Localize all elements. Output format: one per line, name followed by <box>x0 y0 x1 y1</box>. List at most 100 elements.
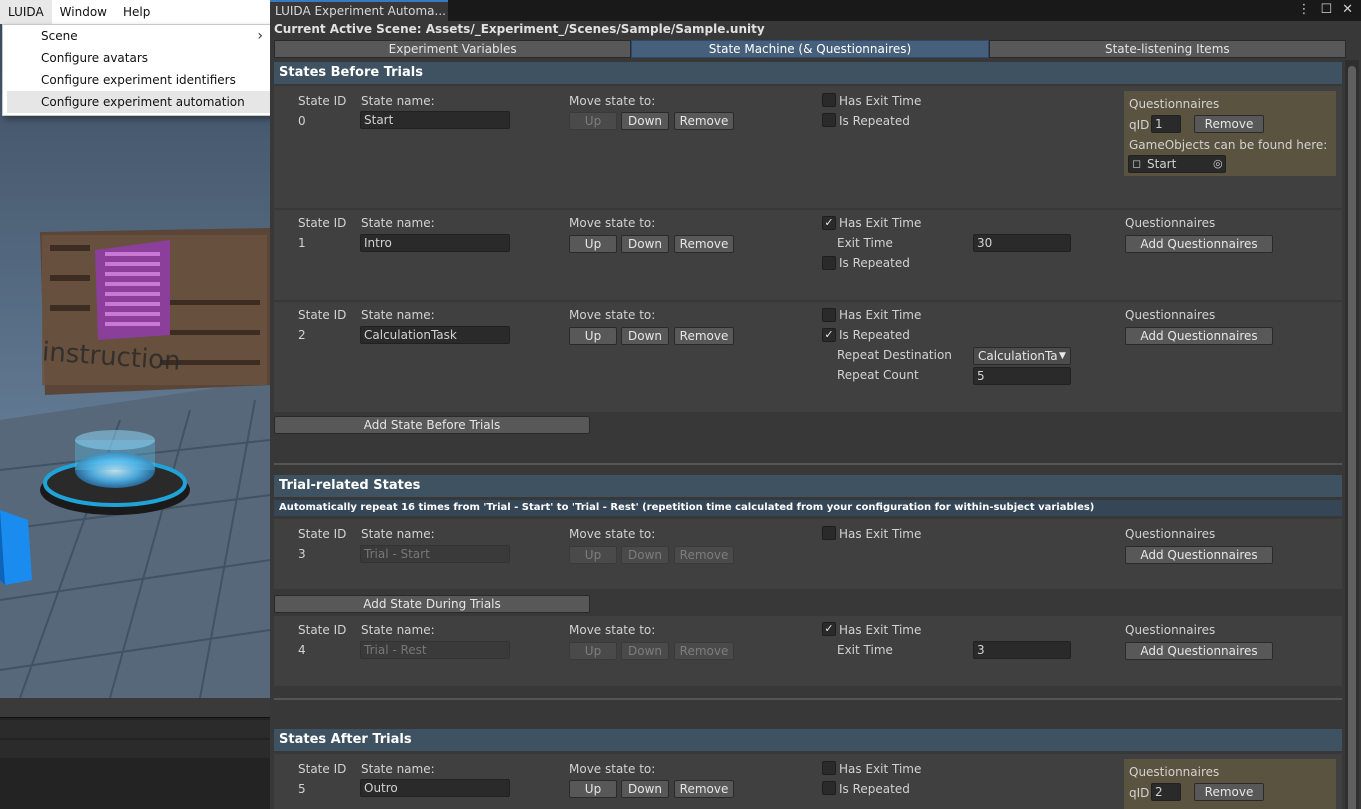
questionnaires-label: Questionnaires <box>1129 97 1220 111</box>
add-state-before-trials-button[interactable]: Add State Before Trials <box>274 416 590 434</box>
window-toolbar: Experiment Variables State Machine (& Qu… <box>274 40 1346 58</box>
has-exit-time-label: Has Exit Time <box>839 216 922 230</box>
qid-input[interactable]: 1 <box>1151 115 1181 133</box>
move-down-button[interactable]: Down <box>621 546 669 564</box>
menu-item-scene[interactable]: Scene › <box>3 25 275 47</box>
qid-input[interactable]: 2 <box>1151 783 1181 801</box>
move-down-button[interactable]: Down <box>621 327 669 345</box>
state-name-label: State name: <box>361 762 435 776</box>
menu-help[interactable]: Help <box>115 0 158 24</box>
section-header-trial-states: Trial-related States <box>274 475 1342 497</box>
scrollbar-thumb[interactable] <box>1348 66 1356 809</box>
move-up-button[interactable]: Up <box>569 235 617 253</box>
gameobjects-found-label: GameObjects can be found here: <box>1129 138 1328 152</box>
add-questionnaires-button[interactable]: Add Questionnaires <box>1125 235 1273 253</box>
state-name-label: State name: <box>361 94 435 108</box>
state-name-label: State name: <box>361 216 435 230</box>
move-up-button[interactable]: Up <box>569 780 617 798</box>
repeat-destination-value: CalculationTa <box>978 349 1058 363</box>
move-up-button[interactable]: Up <box>569 546 617 564</box>
remove-state-button[interactable]: Remove <box>674 780 734 798</box>
remove-state-button[interactable]: Remove <box>674 112 734 130</box>
questionnaire-box: Questionnaires qID 2 Remove <box>1124 759 1336 809</box>
section-header-before-trials: States Before Trials <box>274 62 1342 84</box>
has-exit-time-label: Has Exit Time <box>839 527 922 541</box>
gameobject-name: Start <box>1147 157 1177 171</box>
scene-bottom-row <box>0 740 270 758</box>
state-id-value: 2 <box>298 328 306 342</box>
add-questionnaires-button[interactable]: Add Questionnaires <box>1125 327 1273 345</box>
state-name-input[interactable]: Intro <box>360 234 510 252</box>
scene-bottom-panel <box>0 698 270 809</box>
repeat-count-label: Repeat Count <box>837 368 919 382</box>
move-down-button[interactable]: Down <box>621 112 669 130</box>
questionnaires-label: Questionnaires <box>1125 216 1216 230</box>
is-repeated-label: Is Repeated <box>839 328 910 342</box>
menu-item-configure-automation[interactable]: Configure experiment automation <box>7 91 271 113</box>
remove-state-button[interactable]: Remove <box>674 235 734 253</box>
state-id-value: 1 <box>298 236 306 250</box>
questionnaire-box: Questionnaires qID 1 Remove GameObjects … <box>1124 91 1336 176</box>
state-id-value: 3 <box>298 547 306 561</box>
is-repeated-checkbox[interactable] <box>822 781 836 795</box>
repeat-count-input[interactable]: 5 <box>973 367 1071 385</box>
state-id-label: State ID <box>298 308 347 322</box>
repeat-destination-select[interactable]: CalculationTa ▼ <box>973 347 1071 365</box>
remove-state-button[interactable]: Remove <box>674 642 734 660</box>
gameobject-cube-icon: ◻ <box>1132 157 1142 170</box>
tab-state-listening-items[interactable]: State-listening Items <box>988 40 1346 58</box>
state-row: State ID 1 State name: Intro Move state … <box>274 210 1342 300</box>
questionnaires-label: Questionnaires <box>1125 308 1216 322</box>
close-icon[interactable]: ✕ <box>1342 2 1353 18</box>
has-exit-time-checkbox[interactable] <box>822 93 836 107</box>
remove-questionnaire-button[interactable]: Remove <box>1194 115 1264 133</box>
scene-view[interactable]: instruction <box>0 0 270 809</box>
state-name-input[interactable]: Start <box>360 111 510 129</box>
move-down-button[interactable]: Down <box>621 780 669 798</box>
move-down-button[interactable]: Down <box>621 642 669 660</box>
remove-state-button[interactable]: Remove <box>674 546 734 564</box>
has-exit-time-checkbox[interactable] <box>822 526 836 540</box>
is-repeated-checkbox[interactable] <box>822 256 836 270</box>
state-name-input[interactable]: CalculationTask <box>360 326 510 344</box>
menu-item-configure-avatars[interactable]: Configure avatars <box>3 47 275 69</box>
state-machine-content: States Before Trials State ID 0 State na… <box>270 61 1342 809</box>
move-up-button[interactable]: Up <box>569 642 617 660</box>
remove-questionnaire-button[interactable]: Remove <box>1194 783 1264 801</box>
state-name-input[interactable]: Outro <box>360 779 510 797</box>
window-tab-tools: ⋮ ☐ ✕ <box>1297 2 1353 18</box>
tab-experiment-variables[interactable]: Experiment Variables <box>274 40 632 58</box>
has-exit-time-checkbox[interactable]: ✓ <box>822 216 836 230</box>
questionnaires-label: Questionnaires <box>1129 765 1220 779</box>
scene-render <box>0 0 270 699</box>
more-options-icon[interactable]: ⋮ <box>1297 2 1310 18</box>
section-divider <box>274 463 1342 465</box>
window-tab[interactable]: LUIDA Experiment Automa... <box>270 0 448 21</box>
move-down-button[interactable]: Down <box>621 235 669 253</box>
add-questionnaires-button[interactable]: Add Questionnaires <box>1125 546 1273 564</box>
add-state-during-trials-button[interactable]: Add State During Trials <box>274 595 590 613</box>
vertical-scrollbar[interactable] <box>1345 60 1359 809</box>
menu-item-label: Scene <box>41 29 78 43</box>
object-picker-icon[interactable]: ◎ <box>1213 156 1223 172</box>
maximize-icon[interactable]: ☐ <box>1320 2 1332 18</box>
menu-luida[interactable]: LUIDA <box>0 0 52 24</box>
is-repeated-checkbox[interactable]: ✓ <box>822 328 836 342</box>
state-name-label: State name: <box>361 308 435 322</box>
remove-state-button[interactable]: Remove <box>674 327 734 345</box>
is-repeated-checkbox[interactable] <box>822 113 836 127</box>
menu-item-configure-identifiers[interactable]: Configure experiment identifiers <box>3 69 275 91</box>
has-exit-time-checkbox[interactable] <box>822 761 836 775</box>
exit-time-input[interactable]: 30 <box>973 234 1071 252</box>
has-exit-time-checkbox[interactable] <box>822 308 836 322</box>
menu-window[interactable]: Window <box>52 0 115 24</box>
has-exit-time-checkbox[interactable]: ✓ <box>822 622 836 636</box>
tab-state-machine[interactable]: State Machine (& Questionnaires) <box>631 40 989 58</box>
move-up-button[interactable]: Up <box>569 327 617 345</box>
move-up-button[interactable]: Up <box>569 112 617 130</box>
gameobject-field[interactable]: ◻ Start ◎ <box>1128 155 1226 173</box>
add-questionnaires-button[interactable]: Add Questionnaires <box>1125 642 1273 660</box>
state-row: State ID 2 State name: CalculationTask M… <box>274 302 1342 412</box>
exit-time-input[interactable]: 3 <box>973 641 1071 659</box>
state-id-label: State ID <box>298 94 347 108</box>
